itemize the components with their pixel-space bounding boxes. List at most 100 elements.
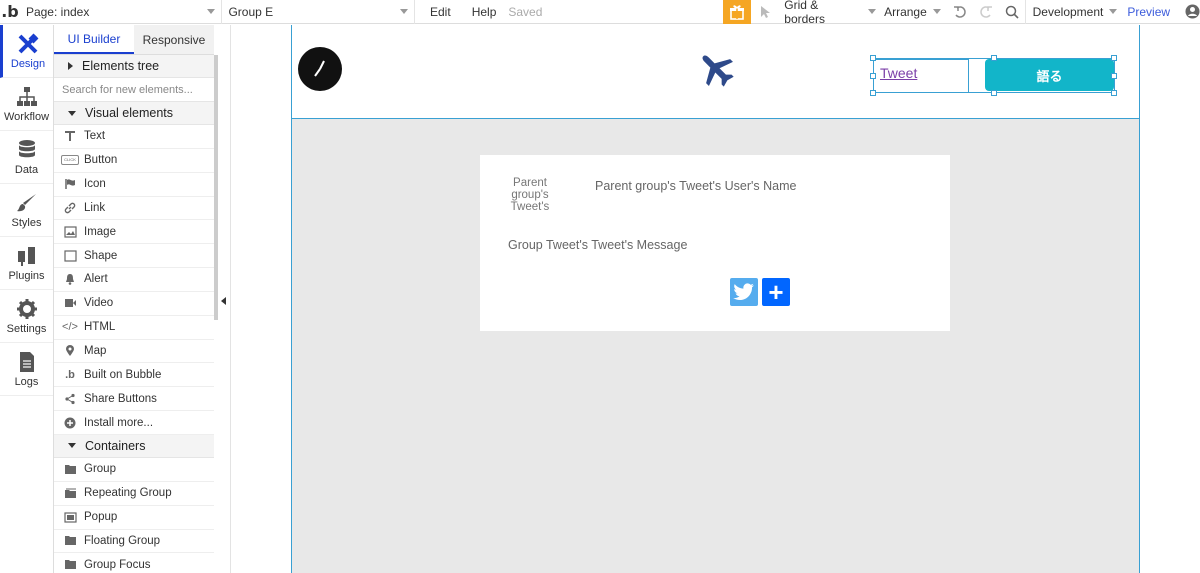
element-icon[interactable]: Icon xyxy=(54,173,214,197)
arrange-menu[interactable]: Arrange xyxy=(884,0,941,24)
speak-button[interactable]: 語る xyxy=(985,59,1114,91)
elements-tree-label: Elements tree xyxy=(82,59,160,73)
element-label: Map xyxy=(84,345,107,358)
resize-handle[interactable] xyxy=(991,55,997,61)
element-share-buttons[interactable]: Share Buttons xyxy=(54,387,214,412)
bubble-logo[interactable]: .b xyxy=(0,2,20,21)
page-header-group[interactable]: Tweet 語る xyxy=(292,25,1139,119)
element-link[interactable]: Link xyxy=(54,197,214,221)
element-shape[interactable]: Shape xyxy=(54,244,214,269)
caret-right-icon xyxy=(68,62,73,70)
element-popup[interactable]: Popup xyxy=(54,506,214,530)
nav-plugins[interactable]: Plugins xyxy=(0,237,53,290)
cursor-icon[interactable] xyxy=(757,0,775,24)
caret-down-icon xyxy=(68,443,76,449)
resize-handle[interactable] xyxy=(1111,90,1117,96)
nav-logs[interactable]: Logs xyxy=(0,343,53,396)
menu-help[interactable]: Help xyxy=(472,0,497,24)
element-select[interactable]: Group E xyxy=(222,0,415,24)
nav-settings[interactable]: Settings xyxy=(0,290,53,343)
element-label: Repeating Group xyxy=(84,487,172,500)
element-video[interactable]: Video xyxy=(54,292,214,316)
element-html[interactable]: </> HTML xyxy=(54,316,214,340)
bell-icon xyxy=(62,272,78,286)
page-index[interactable]: Tweet 語る Parent group's Tweet's Parent g… xyxy=(291,25,1140,573)
account-icon[interactable] xyxy=(1184,0,1200,24)
environment-label: Development xyxy=(1032,4,1104,19)
flag-icon xyxy=(62,177,78,191)
plus-circle-icon xyxy=(62,416,78,430)
element-label: Group Focus xyxy=(84,558,151,571)
popup-icon xyxy=(62,510,78,524)
topbar-divider xyxy=(1024,0,1026,24)
resize-handle[interactable] xyxy=(870,73,876,79)
element-label: Group xyxy=(84,463,116,476)
element-label: Built on Bubble xyxy=(84,368,162,381)
element-repeating-group[interactable]: Repeating Group xyxy=(54,482,214,506)
element-install-more[interactable]: Install more... xyxy=(54,411,214,435)
elements-tree-toggle[interactable]: Elements tree xyxy=(54,55,214,78)
undo-icon[interactable] xyxy=(951,0,969,24)
element-alert[interactable]: Alert xyxy=(54,268,214,292)
element-built-on-bubble[interactable]: .b Built on Bubble xyxy=(54,363,214,388)
grid-borders-menu[interactable]: Grid & borders xyxy=(784,0,877,26)
airplane-icon[interactable] xyxy=(696,49,736,89)
tweet-message[interactable]: Group Tweet's Tweet's Message xyxy=(508,238,687,252)
search-icon[interactable] xyxy=(1003,0,1021,24)
redo-icon[interactable] xyxy=(977,0,995,24)
element-image[interactable]: Image xyxy=(54,220,214,245)
nav-design[interactable]: Design xyxy=(0,25,53,78)
containers-header[interactable]: Containers xyxy=(54,434,214,458)
nav-workflow[interactable]: Workflow xyxy=(0,78,53,131)
element-button[interactable]: CLICK Button xyxy=(54,149,214,173)
link-icon xyxy=(62,201,78,215)
environment-select[interactable]: Development xyxy=(1033,0,1118,24)
element-label: Floating Group xyxy=(84,534,161,547)
element-search-input[interactable]: Search for new elements... xyxy=(54,78,214,102)
tweet-link-text[interactable]: Tweet xyxy=(880,65,917,81)
element-label: Icon xyxy=(84,178,106,191)
nav-data[interactable]: Data xyxy=(0,131,53,184)
shape-icon xyxy=(62,249,78,263)
clock-icon[interactable] xyxy=(298,47,342,91)
resize-handle[interactable] xyxy=(870,90,876,96)
element-map[interactable]: Map xyxy=(54,340,214,364)
database-icon xyxy=(16,139,38,161)
collapse-panel-icon[interactable] xyxy=(221,297,226,305)
visual-elements-header[interactable]: Visual elements xyxy=(54,102,214,125)
tab-ui-builder[interactable]: UI Builder xyxy=(54,25,134,54)
preview-link[interactable]: Preview xyxy=(1127,0,1170,24)
tweet-link[interactable]: Tweet xyxy=(873,59,969,93)
editor-canvas[interactable]: Tweet 語る Parent group's Tweet's Parent g… xyxy=(231,25,1200,573)
resize-handle[interactable] xyxy=(991,90,997,96)
caret-down-icon xyxy=(68,110,76,116)
gift-icon[interactable] xyxy=(723,0,752,24)
folder-icon xyxy=(62,462,78,476)
twitter-share-icon[interactable] xyxy=(730,278,758,306)
element-group-focus[interactable]: Group Focus xyxy=(54,553,214,573)
brush-icon xyxy=(16,192,38,214)
resize-handle[interactable] xyxy=(1111,55,1117,61)
user-avatar-image[interactable]: Parent group's Tweet's xyxy=(508,177,552,219)
nav-styles[interactable]: Styles xyxy=(0,184,53,237)
element-label: Share Buttons xyxy=(84,392,157,405)
tab-responsive[interactable]: Responsive xyxy=(134,25,214,54)
code-icon: </> xyxy=(62,321,78,334)
resize-handle[interactable] xyxy=(870,55,876,61)
tweet-user-name[interactable]: Parent group's Tweet's User's Name xyxy=(595,179,796,193)
element-text[interactable]: Text xyxy=(54,125,214,149)
nav-design-label: Design xyxy=(10,57,46,70)
bubble-logo-icon: .b xyxy=(65,368,75,381)
design-icon xyxy=(17,33,39,55)
menu-edit[interactable]: Edit xyxy=(430,0,451,24)
panel-tabs: UI Builder Responsive xyxy=(54,25,214,55)
element-floating-group[interactable]: Floating Group xyxy=(54,530,214,554)
element-group[interactable]: Group xyxy=(54,458,214,482)
panel-scrollbar[interactable] xyxy=(214,55,218,320)
resize-handle[interactable] xyxy=(1111,73,1117,79)
share-icon xyxy=(62,392,78,406)
add-share-icon[interactable]: + xyxy=(762,278,790,306)
page-select[interactable]: Page: index xyxy=(20,0,223,24)
left-icon-bar: Design Workflow Data Styles Plugins Sett… xyxy=(0,25,54,573)
tweet-card-group[interactable]: Parent group's Tweet's Parent group's Tw… xyxy=(480,155,950,331)
